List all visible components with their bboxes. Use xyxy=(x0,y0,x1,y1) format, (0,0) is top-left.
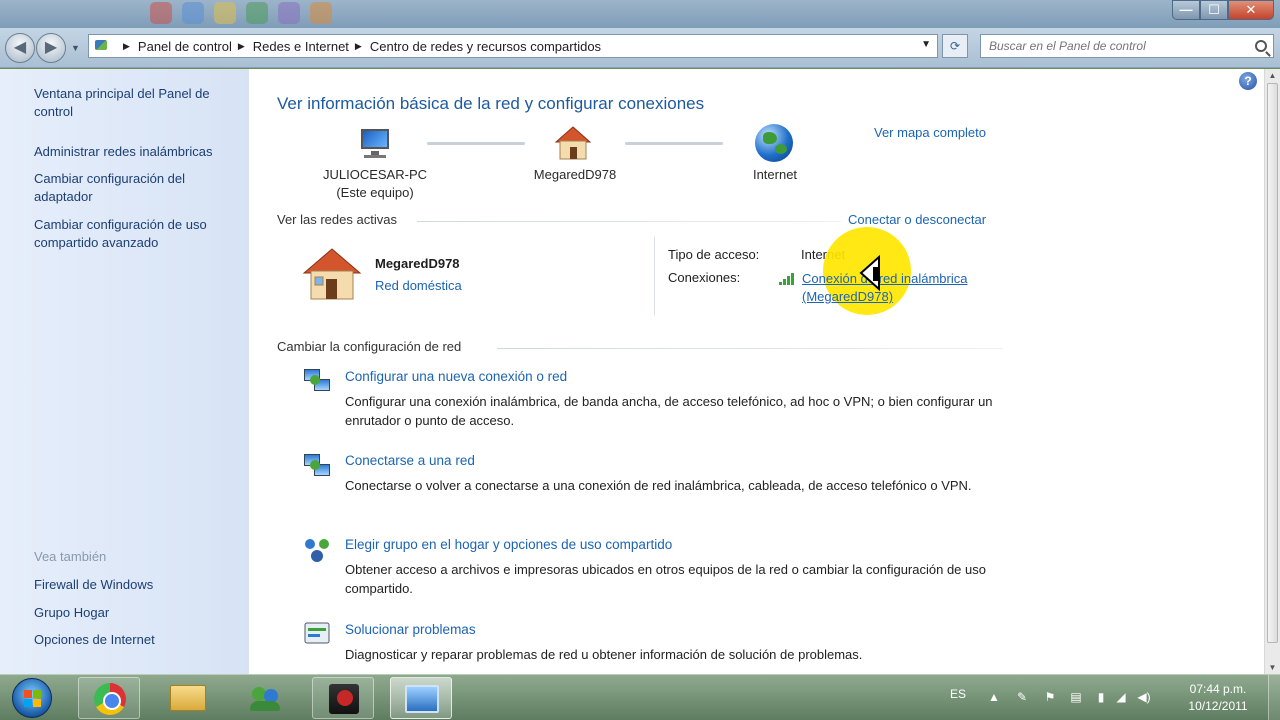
windows-logo-icon xyxy=(24,690,42,708)
map-connector xyxy=(625,142,723,145)
task-connect-network-link[interactable]: Conectarse a una red xyxy=(345,453,475,468)
task-new-connection-desc: Configurar una conexión inalámbrica, de … xyxy=(345,394,993,428)
people-icon xyxy=(248,683,284,713)
clock-time: 07:44 p.m. xyxy=(1189,682,1247,696)
maximize-button[interactable]: ☐ xyxy=(1200,0,1228,20)
search-icon[interactable] xyxy=(1255,40,1267,52)
active-networks-heading: Ver las redes activas xyxy=(277,212,397,227)
close-button[interactable]: ✕ xyxy=(1228,0,1274,20)
connect-disconnect-link[interactable]: Conectar o desconectar xyxy=(848,212,986,227)
language-indicator[interactable]: ES xyxy=(950,687,966,701)
computer-name: JULIOCESAR-PC xyxy=(322,167,428,182)
tray-expand-icon[interactable]: ▲ xyxy=(986,689,1002,705)
taskbar-explorer[interactable] xyxy=(156,677,218,719)
control-panel-icon xyxy=(93,38,111,54)
chrome-icon xyxy=(94,683,126,715)
taskbar-messenger[interactable] xyxy=(234,677,296,719)
globe-icon xyxy=(755,124,793,162)
sidebar-item-manage-wireless[interactable]: Administrar redes inalámbricas xyxy=(34,143,244,161)
breadcrumb-panel-de-control[interactable]: Panel de control xyxy=(138,39,232,54)
main-content: ? Ver información básica de la red y con… xyxy=(249,69,1264,674)
task-homegroup-desc: Obtener acceso a archivos e impresoras u… xyxy=(345,562,986,596)
task-connect-network-desc: Conectarse o volver a conectarse a una c… xyxy=(345,478,972,493)
minimize-button[interactable]: — xyxy=(1172,0,1200,20)
chevron-right-icon[interactable]: ▶ xyxy=(123,41,130,52)
full-map-link[interactable]: Ver mapa completo xyxy=(874,125,986,140)
sidebar-item-advanced-sharing[interactable]: Cambiar configuración de uso compartido … xyxy=(34,216,244,252)
change-settings-heading: Cambiar la configuración de red xyxy=(277,339,462,354)
power-tray-icon[interactable]: ▮ xyxy=(1093,689,1109,705)
network-center-icon xyxy=(405,685,439,713)
connect-network-icon xyxy=(302,450,332,480)
access-type-label: Tipo de acceso: xyxy=(668,247,760,262)
map-network-name: MegaredD978 xyxy=(533,167,617,182)
connections-label: Conexiones: xyxy=(668,270,741,285)
sidebar-item-adapter-settings[interactable]: Cambiar configuración del adaptador xyxy=(34,170,244,206)
show-desktop-button[interactable] xyxy=(1268,675,1280,720)
vertical-scrollbar[interactable]: ▲ ▼ xyxy=(1264,69,1280,674)
task-new-connection-link[interactable]: Configurar una nueva conexión o red xyxy=(345,369,567,384)
scroll-thumb[interactable] xyxy=(1267,83,1278,643)
taskbar-chrome[interactable] xyxy=(78,677,140,719)
folder-icon xyxy=(170,685,206,711)
help-icon[interactable]: ? xyxy=(1239,72,1257,90)
task-troubleshoot-desc: Diagnosticar y reparar problemas de red … xyxy=(345,647,863,662)
taskbar-network-center[interactable] xyxy=(390,677,452,719)
refresh-button[interactable]: ⟳ xyxy=(942,34,968,58)
record-icon xyxy=(329,684,359,714)
address-dropdown-icon[interactable]: ▼ xyxy=(921,39,931,50)
address-bar[interactable]: ▶ Panel de control ▶ Redes e Internet ▶ … xyxy=(88,34,938,58)
back-button[interactable]: ◀ xyxy=(5,33,35,63)
new-connection-icon xyxy=(302,365,332,395)
divider xyxy=(417,221,841,222)
clipboard-tray-icon[interactable]: ▤ xyxy=(1068,689,1084,705)
see-also-heading: Vea también xyxy=(34,549,107,564)
home-network-icon xyxy=(302,247,362,301)
cursor-icon xyxy=(859,255,880,292)
clock-date: 10/12/2011 xyxy=(1188,699,1248,713)
search-input[interactable] xyxy=(981,35,1241,57)
homegroup-icon xyxy=(302,534,332,564)
sidebar-item-homegroup[interactable]: Grupo Hogar xyxy=(34,604,244,622)
pen-tray-icon[interactable]: ✎ xyxy=(1014,689,1030,705)
scroll-up-arrow-icon[interactable]: ▲ xyxy=(1267,71,1278,80)
title-bar: — ☐ ✕ xyxy=(0,0,1280,28)
chevron-right-icon[interactable]: ▶ xyxy=(355,41,362,52)
computer-icon xyxy=(355,127,395,161)
task-troubleshoot-link[interactable]: Solucionar problemas xyxy=(345,622,476,637)
wireless-connection-link[interactable]: Conexión de red inalámbrica (MegaredD978… xyxy=(802,270,1002,306)
scroll-down-arrow-icon[interactable]: ▼ xyxy=(1267,663,1278,672)
chevron-right-icon[interactable]: ▶ xyxy=(238,41,245,52)
active-network-name: MegaredD978 xyxy=(375,256,460,271)
taskbar-recorder[interactable] xyxy=(312,677,374,719)
taskbar: ES ▲ ✎ ⚑ ▤ ▮ ◢ ◀) 07:44 p.m. 10/12/2011 xyxy=(0,674,1280,720)
recent-pages-dropdown[interactable]: ▼ xyxy=(71,43,80,53)
sidebar-item-internet-options[interactable]: Opciones de Internet xyxy=(34,631,244,649)
task-homegroup-link[interactable]: Elegir grupo en el hogar y opciones de u… xyxy=(345,537,672,552)
house-icon xyxy=(554,125,592,161)
clock[interactable]: 07:44 p.m. 10/12/2011 xyxy=(1168,681,1268,715)
sidebar-item-control-panel-home[interactable]: Ventana principal del Panel de control xyxy=(34,85,244,121)
navigation-bar: ◀ ▶ ▼ ▶ Panel de control ▶ Redes e Inter… xyxy=(0,28,1280,68)
action-center-flag-icon[interactable]: ⚑ xyxy=(1042,689,1058,705)
divider xyxy=(654,237,655,315)
network-type-link[interactable]: Red doméstica xyxy=(375,278,462,293)
divider xyxy=(497,348,1003,349)
breadcrumb-redes-e-internet[interactable]: Redes e Internet xyxy=(253,39,349,54)
breadcrumb-centro-de-redes[interactable]: Centro de redes y recursos compartidos xyxy=(370,39,601,54)
computer-subtitle: (Este equipo) xyxy=(336,185,414,200)
map-internet-label: Internet xyxy=(752,167,798,182)
start-button[interactable] xyxy=(12,678,52,718)
background-blur xyxy=(150,2,332,24)
wifi-tray-icon[interactable]: ◢ xyxy=(1113,689,1129,705)
sidebar-item-firewall[interactable]: Firewall de Windows xyxy=(34,576,244,594)
forward-button[interactable]: ▶ xyxy=(36,33,66,63)
page-title: Ver información básica de la red y confi… xyxy=(277,94,705,113)
search-box[interactable] xyxy=(980,34,1274,58)
wifi-signal-icon xyxy=(779,273,797,285)
volume-icon[interactable]: ◀) xyxy=(1136,689,1152,705)
troubleshoot-icon xyxy=(302,619,332,649)
map-connector xyxy=(427,142,525,145)
sidebar: Ventana principal del Panel de control A… xyxy=(0,69,249,674)
